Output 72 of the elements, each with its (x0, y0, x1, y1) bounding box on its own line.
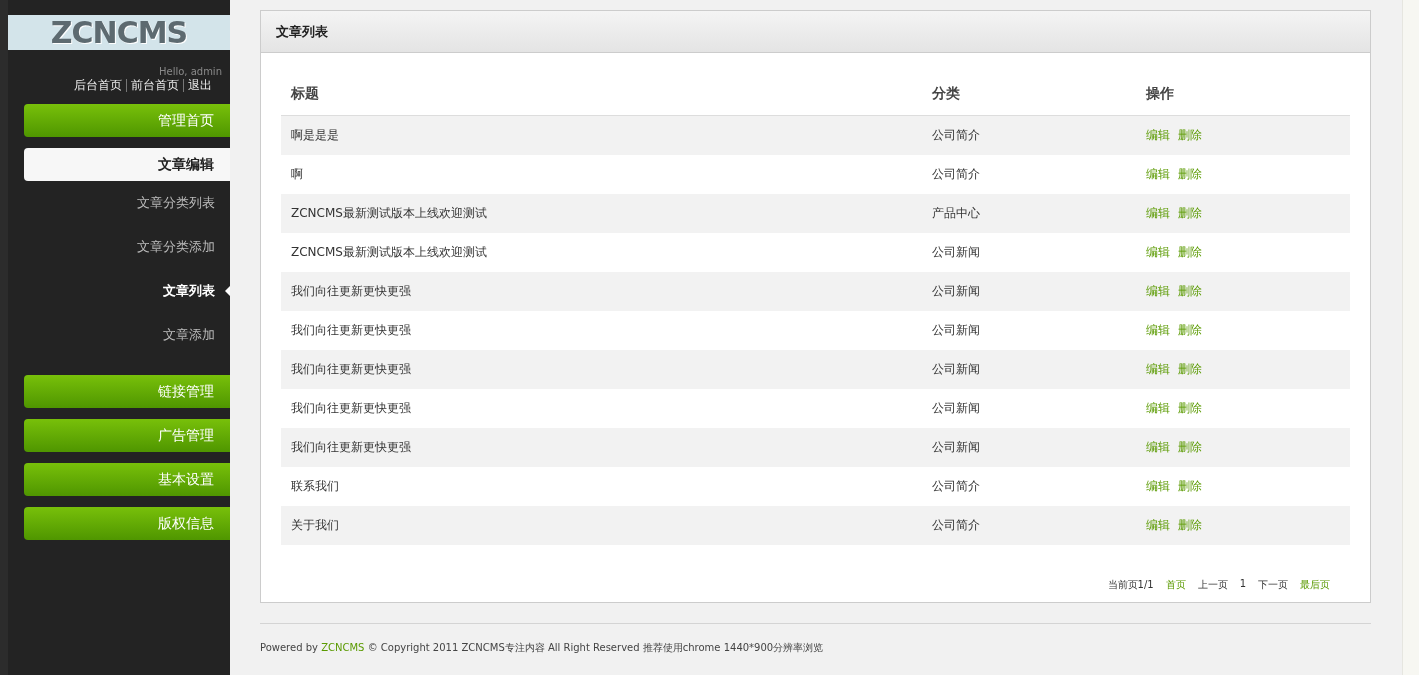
title-cell: 啊是是是 (281, 115, 923, 155)
column-header: 标题 (281, 73, 923, 116)
logo: ZCNCMS (8, 15, 230, 50)
header-link[interactable]: 后台首页 (70, 79, 126, 92)
column-header: 分类 (922, 73, 1137, 116)
action-link[interactable]: 编辑 (1146, 440, 1171, 454)
title-cell: 啊 (281, 155, 923, 194)
category-cell: 公司新闻 (922, 272, 1137, 311)
pointer-icon (225, 286, 230, 296)
category-cell: 公司简介 (922, 155, 1137, 194)
action-link[interactable]: 编辑 (1146, 245, 1171, 259)
title-cell: 我们向往更新更快更强 (281, 428, 923, 467)
pager-link[interactable]: 首页 (1165, 578, 1186, 592)
action-link[interactable]: 删除 (1178, 284, 1203, 298)
menu-group-header[interactable]: 文章编辑 (24, 148, 230, 181)
action-link[interactable]: 删除 (1178, 362, 1203, 376)
title-cell: ZCNCMS最新测试版本上线欢迎测试 (281, 233, 923, 272)
action-link[interactable]: 编辑 (1146, 323, 1171, 337)
title-cell: 关于我们 (281, 506, 923, 545)
panel-title: 文章列表 (261, 11, 1370, 53)
menu-button[interactable]: 广告管理 (24, 419, 230, 452)
category-cell: 公司简介 (922, 115, 1137, 155)
action-link[interactable]: 编辑 (1146, 518, 1171, 532)
category-cell: 公司新闻 (922, 389, 1137, 428)
header-link[interactable]: 退出 (183, 79, 216, 92)
pager-text: 上一页 (1197, 578, 1228, 592)
action-link[interactable]: 编辑 (1146, 362, 1171, 376)
action-link[interactable]: 编辑 (1146, 206, 1171, 220)
submenu-item[interactable]: 文章列表 (8, 269, 230, 313)
category-cell: 公司简介 (922, 506, 1137, 545)
submenu-item[interactable]: 文章分类添加 (8, 225, 230, 269)
action-link[interactable]: 删除 (1178, 245, 1203, 259)
menu-button[interactable]: 链接管理 (24, 375, 230, 408)
title-cell: 我们向往更新更快更强 (281, 350, 923, 389)
action-link[interactable]: 删除 (1178, 206, 1203, 220)
action-link[interactable]: 编辑 (1146, 128, 1171, 142)
action-link[interactable]: 编辑 (1146, 479, 1171, 493)
title-cell: 联系我们 (281, 467, 923, 506)
action-link[interactable]: 删除 (1178, 518, 1203, 532)
action-link[interactable]: 删除 (1178, 479, 1203, 493)
action-link[interactable]: 删除 (1178, 440, 1203, 454)
category-cell: 公司新闻 (922, 233, 1137, 272)
action-link[interactable]: 编辑 (1146, 284, 1171, 298)
title-cell: 我们向往更新更快更强 (281, 311, 923, 350)
submenu-item[interactable]: 文章添加 (8, 313, 230, 357)
column-header: 操作 (1136, 73, 1350, 116)
menu-button[interactable]: 基本设置 (24, 463, 230, 496)
category-cell: 产品中心 (922, 194, 1137, 233)
footer-link[interactable]: ZCNCMS (321, 642, 365, 653)
action-link[interactable]: 删除 (1178, 323, 1203, 337)
menu-button[interactable]: 版权信息 (24, 507, 230, 540)
category-cell: 公司新闻 (922, 350, 1137, 389)
menu-button[interactable]: 管理首页 (24, 104, 230, 137)
greeting: Hello, admin (157, 66, 222, 77)
category-cell: 公司新闻 (922, 311, 1137, 350)
action-link[interactable]: 编辑 (1146, 167, 1171, 181)
title-cell: 我们向往更新更快更强 (281, 272, 923, 311)
action-link[interactable]: 编辑 (1146, 401, 1171, 415)
category-cell: 公司简介 (922, 467, 1137, 506)
pager-text: 1 (1239, 578, 1246, 591)
action-link[interactable]: 删除 (1178, 167, 1203, 181)
title-cell: ZCNCMS最新测试版本上线欢迎测试 (281, 194, 923, 233)
header-link[interactable]: 前台首页 (126, 79, 183, 92)
pager-link[interactable]: 最后页 (1300, 578, 1330, 592)
pager-text: 当前页1/1 (1107, 578, 1154, 592)
title-cell: 我们向往更新更快更强 (281, 389, 923, 428)
pager-text: 下一页 (1258, 578, 1288, 592)
footer-text: Powered by ZCNCMS © Copyright 2011 ZCNCMS专注内容 All Right Reserved 推荐使用chrome 1440*900分辨率浏览 (260, 623, 1371, 655)
submenu-item[interactable]: 文章分类列表 (8, 181, 230, 225)
action-link[interactable]: 删除 (1178, 128, 1203, 142)
category-cell: 公司新闻 (922, 428, 1137, 467)
action-link[interactable]: 删除 (1178, 401, 1203, 415)
